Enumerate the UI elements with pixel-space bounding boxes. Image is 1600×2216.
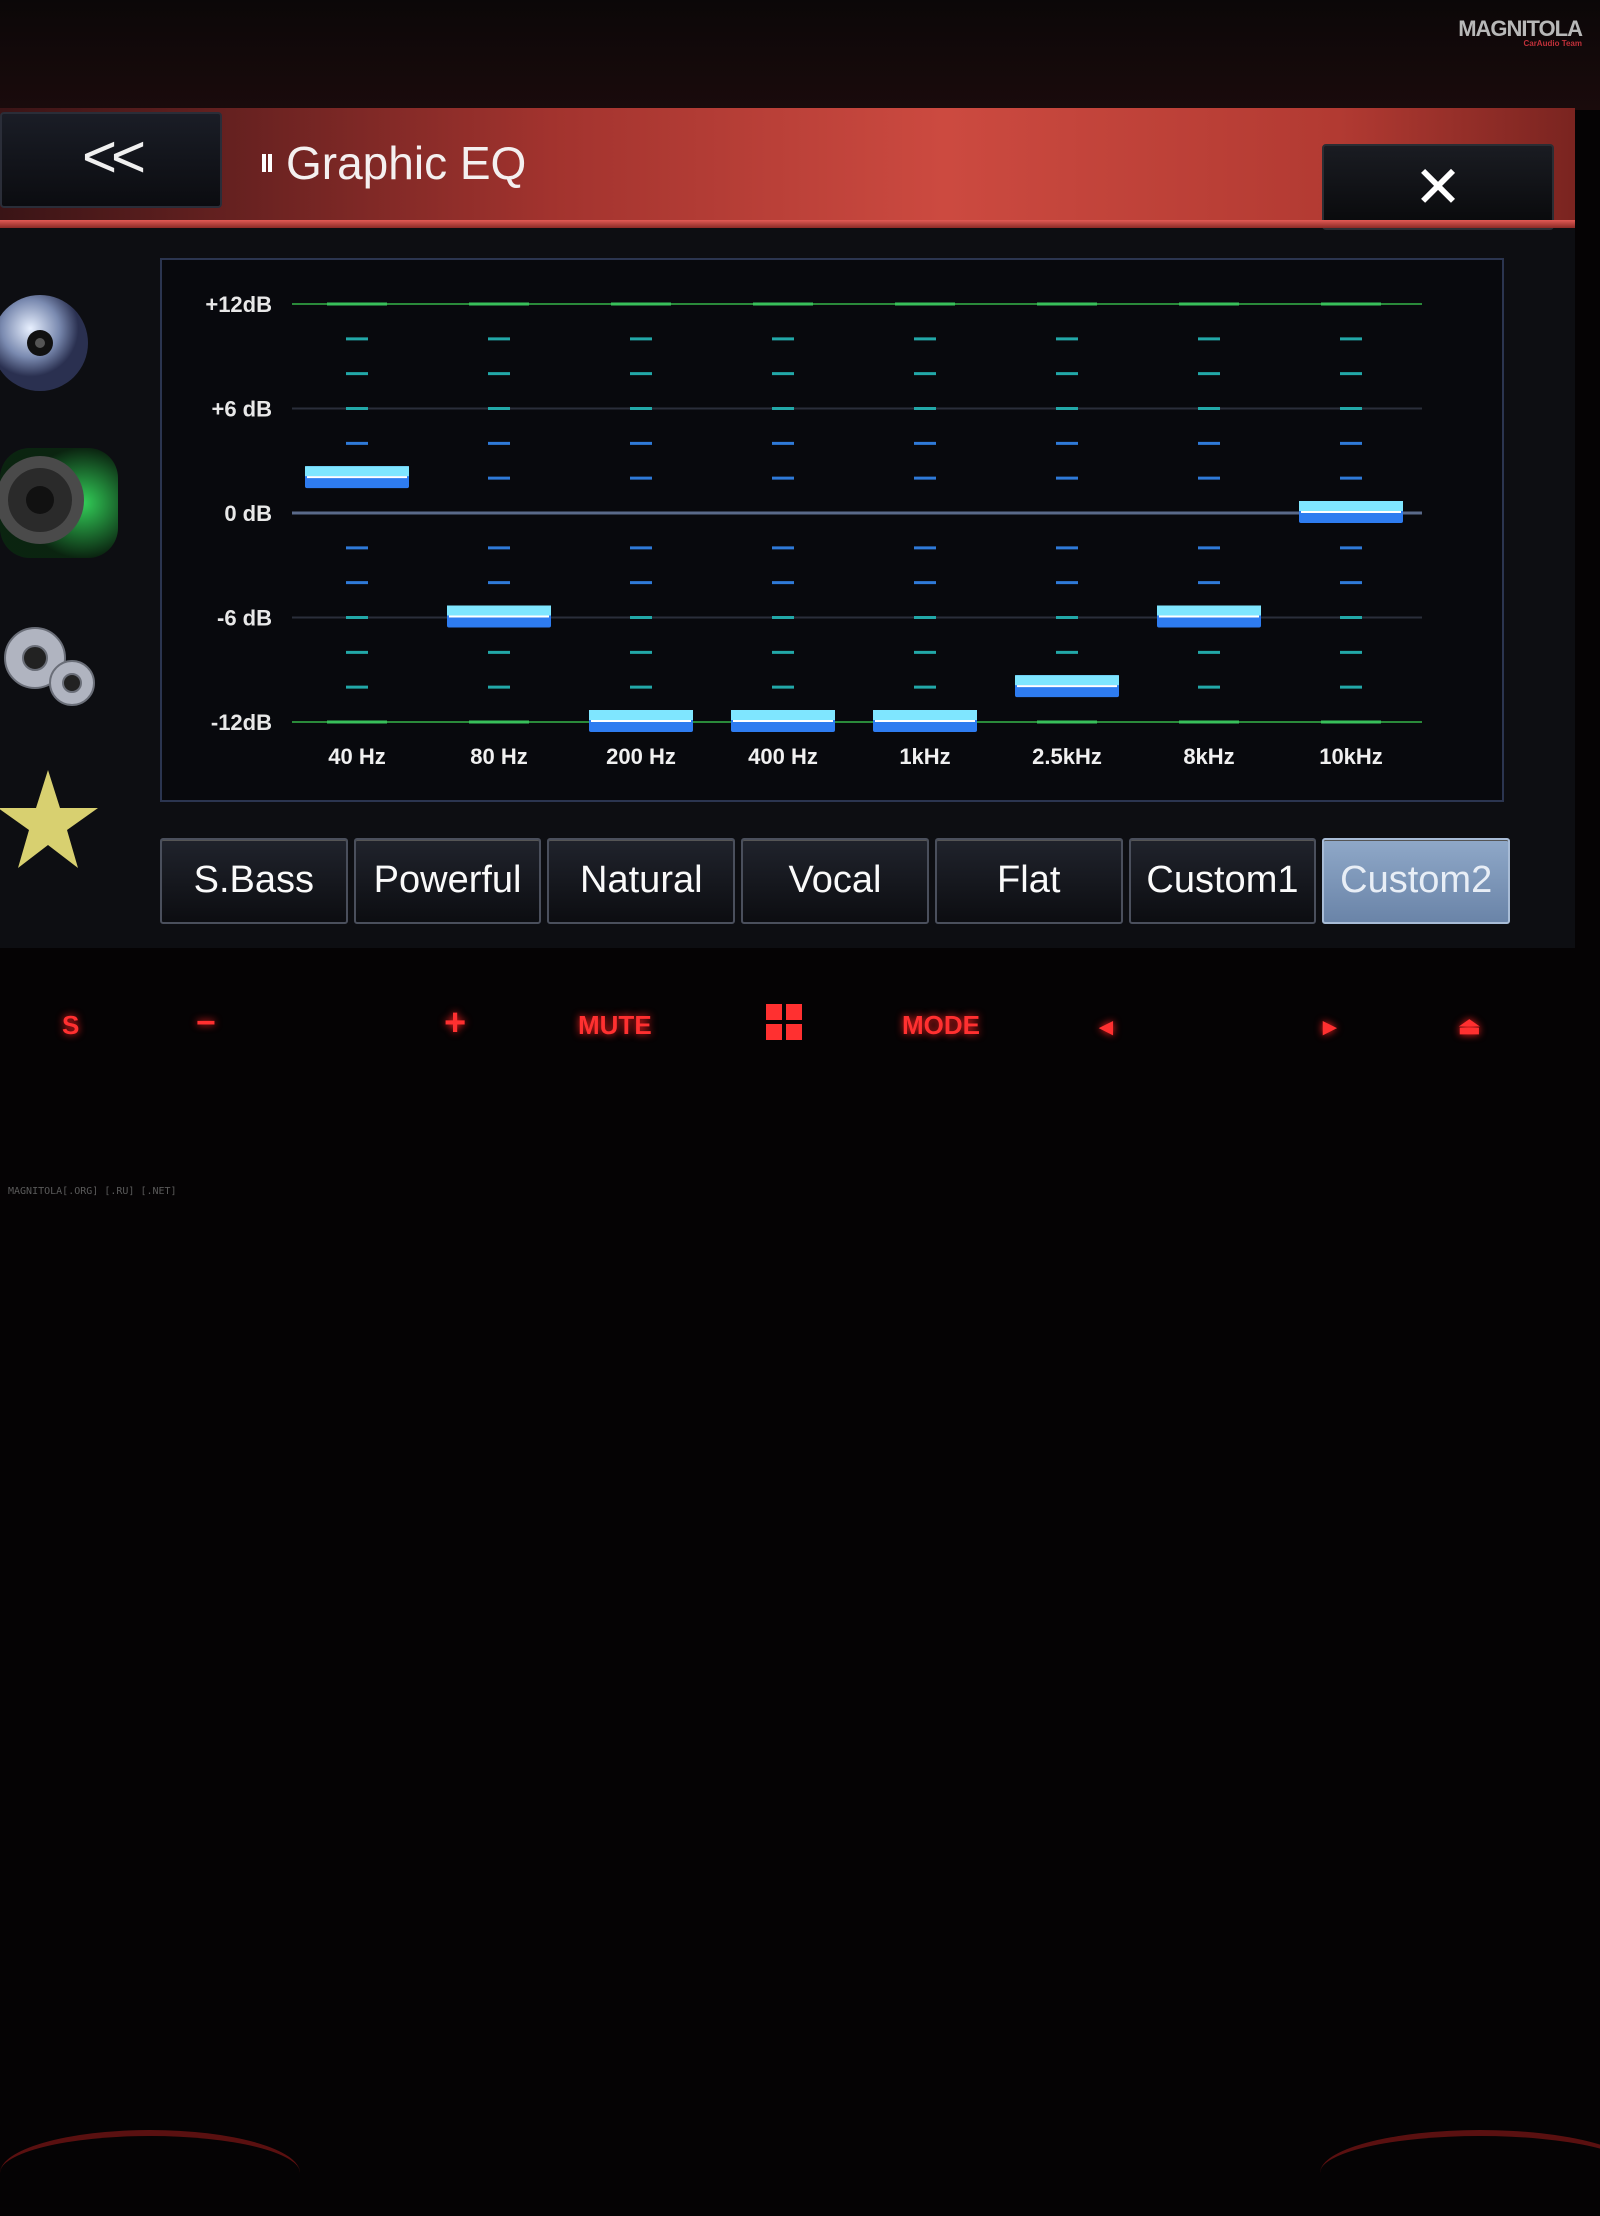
sidebar bbox=[0, 268, 120, 948]
preset-custom2-button[interactable]: Custom2 bbox=[1322, 838, 1511, 924]
hw-volume-up-button[interactable]: + bbox=[444, 1002, 466, 1045]
title-bar: << Graphic EQ ✕ bbox=[0, 108, 1575, 230]
hw-mode-button[interactable]: MODE bbox=[902, 1010, 980, 1041]
band-label: 2.5kHz bbox=[1032, 744, 1102, 769]
title-marker-icon bbox=[262, 154, 272, 172]
sidebar-item-source[interactable] bbox=[0, 268, 118, 418]
page-title-text: Graphic EQ bbox=[286, 137, 527, 189]
hw-prev-button[interactable]: ◄ bbox=[1094, 1014, 1118, 1042]
band-label: 40 Hz bbox=[328, 744, 385, 769]
eq-slider-highlight bbox=[305, 466, 409, 477]
hw-s-button[interactable]: S bbox=[62, 1010, 79, 1041]
brand-logo-text: MAGNITOLA bbox=[1458, 16, 1583, 41]
eq-slider-highlight bbox=[589, 710, 693, 720]
hw-menu-button[interactable] bbox=[766, 1004, 802, 1045]
band-label: 200 Hz bbox=[606, 744, 676, 769]
watermark-credit: MAGNITOLA[.ORG] [.RU] [.NET] bbox=[8, 1186, 177, 1197]
page-title: Graphic EQ bbox=[262, 136, 526, 190]
sidebar-item-audio[interactable] bbox=[0, 428, 118, 578]
left-dial bbox=[0, 2130, 300, 2216]
sidebar-item-favorites[interactable] bbox=[0, 748, 118, 898]
preset-sbass-button[interactable]: S.Bass bbox=[160, 838, 348, 924]
hw-eject-button[interactable]: ⏏ bbox=[1458, 1012, 1481, 1041]
band-label: 1kHz bbox=[899, 744, 950, 769]
preset-vocal-button[interactable]: Vocal bbox=[741, 838, 929, 924]
hw-volume-down-button[interactable]: − bbox=[196, 1004, 216, 1043]
hardware-panel: S − + MUTE MODE ◄ ► ⏏ bbox=[0, 990, 1600, 2136]
y-axis-label: -12dB bbox=[211, 710, 272, 735]
eq-slider-highlight bbox=[731, 710, 835, 720]
eq-slider-highlight bbox=[1015, 675, 1119, 686]
star-icon bbox=[0, 770, 98, 868]
eq-slider-highlight bbox=[1157, 605, 1261, 616]
hw-next-button[interactable]: ► bbox=[1318, 1014, 1342, 1042]
grid-icon bbox=[766, 1004, 802, 1040]
speaker-icon bbox=[0, 448, 118, 558]
band-label: 10kHz bbox=[1319, 744, 1383, 769]
disc-icon bbox=[0, 295, 88, 391]
device-bezel-top bbox=[0, 0, 1600, 110]
eq-slider-highlight bbox=[1299, 501, 1403, 511]
preset-powerful-button[interactable]: Powerful bbox=[353, 838, 542, 924]
band-label: 80 Hz bbox=[470, 744, 527, 769]
right-dial bbox=[1320, 2130, 1600, 2216]
gears-icon bbox=[4, 627, 95, 706]
eq-graph: +12dB +6 dB 0 dB -6 dB -12dB 40 Hz 80 Hz 200 Hz… bbox=[205, 292, 1422, 769]
eq-panel: +12dB +6 dB 0 dB -6 dB -12dB 40 Hz 80 Hz 200 Hz… bbox=[160, 258, 1504, 802]
y-axis-label: +6 dB bbox=[211, 397, 272, 422]
eq-slider-highlight bbox=[447, 605, 551, 616]
close-button[interactable]: ✕ bbox=[1322, 144, 1554, 230]
brand-logo: MAGNITOLA CarAudio Team bbox=[1458, 16, 1583, 48]
y-axis-label: +12dB bbox=[205, 292, 272, 317]
band-label: 8kHz bbox=[1183, 744, 1234, 769]
preset-bar: S.Bass Powerful Natural Vocal Flat Custo… bbox=[160, 838, 1511, 928]
screen: << Graphic EQ ✕ +12dB +6 dB 0 dB -6 dB -… bbox=[0, 108, 1575, 948]
preset-flat-button[interactable]: Flat bbox=[934, 838, 1123, 924]
hw-mute-button[interactable]: MUTE bbox=[578, 1010, 652, 1041]
y-axis-label: 0 dB bbox=[224, 501, 272, 526]
y-axis-label: -6 dB bbox=[217, 606, 272, 631]
band-label: 400 Hz bbox=[748, 744, 818, 769]
preset-custom1-button[interactable]: Custom1 bbox=[1128, 838, 1317, 924]
sidebar-item-settings[interactable] bbox=[0, 588, 118, 738]
eq-slider-highlight bbox=[873, 710, 977, 720]
back-button[interactable]: << bbox=[0, 112, 222, 208]
preset-natural-button[interactable]: Natural bbox=[547, 838, 736, 924]
